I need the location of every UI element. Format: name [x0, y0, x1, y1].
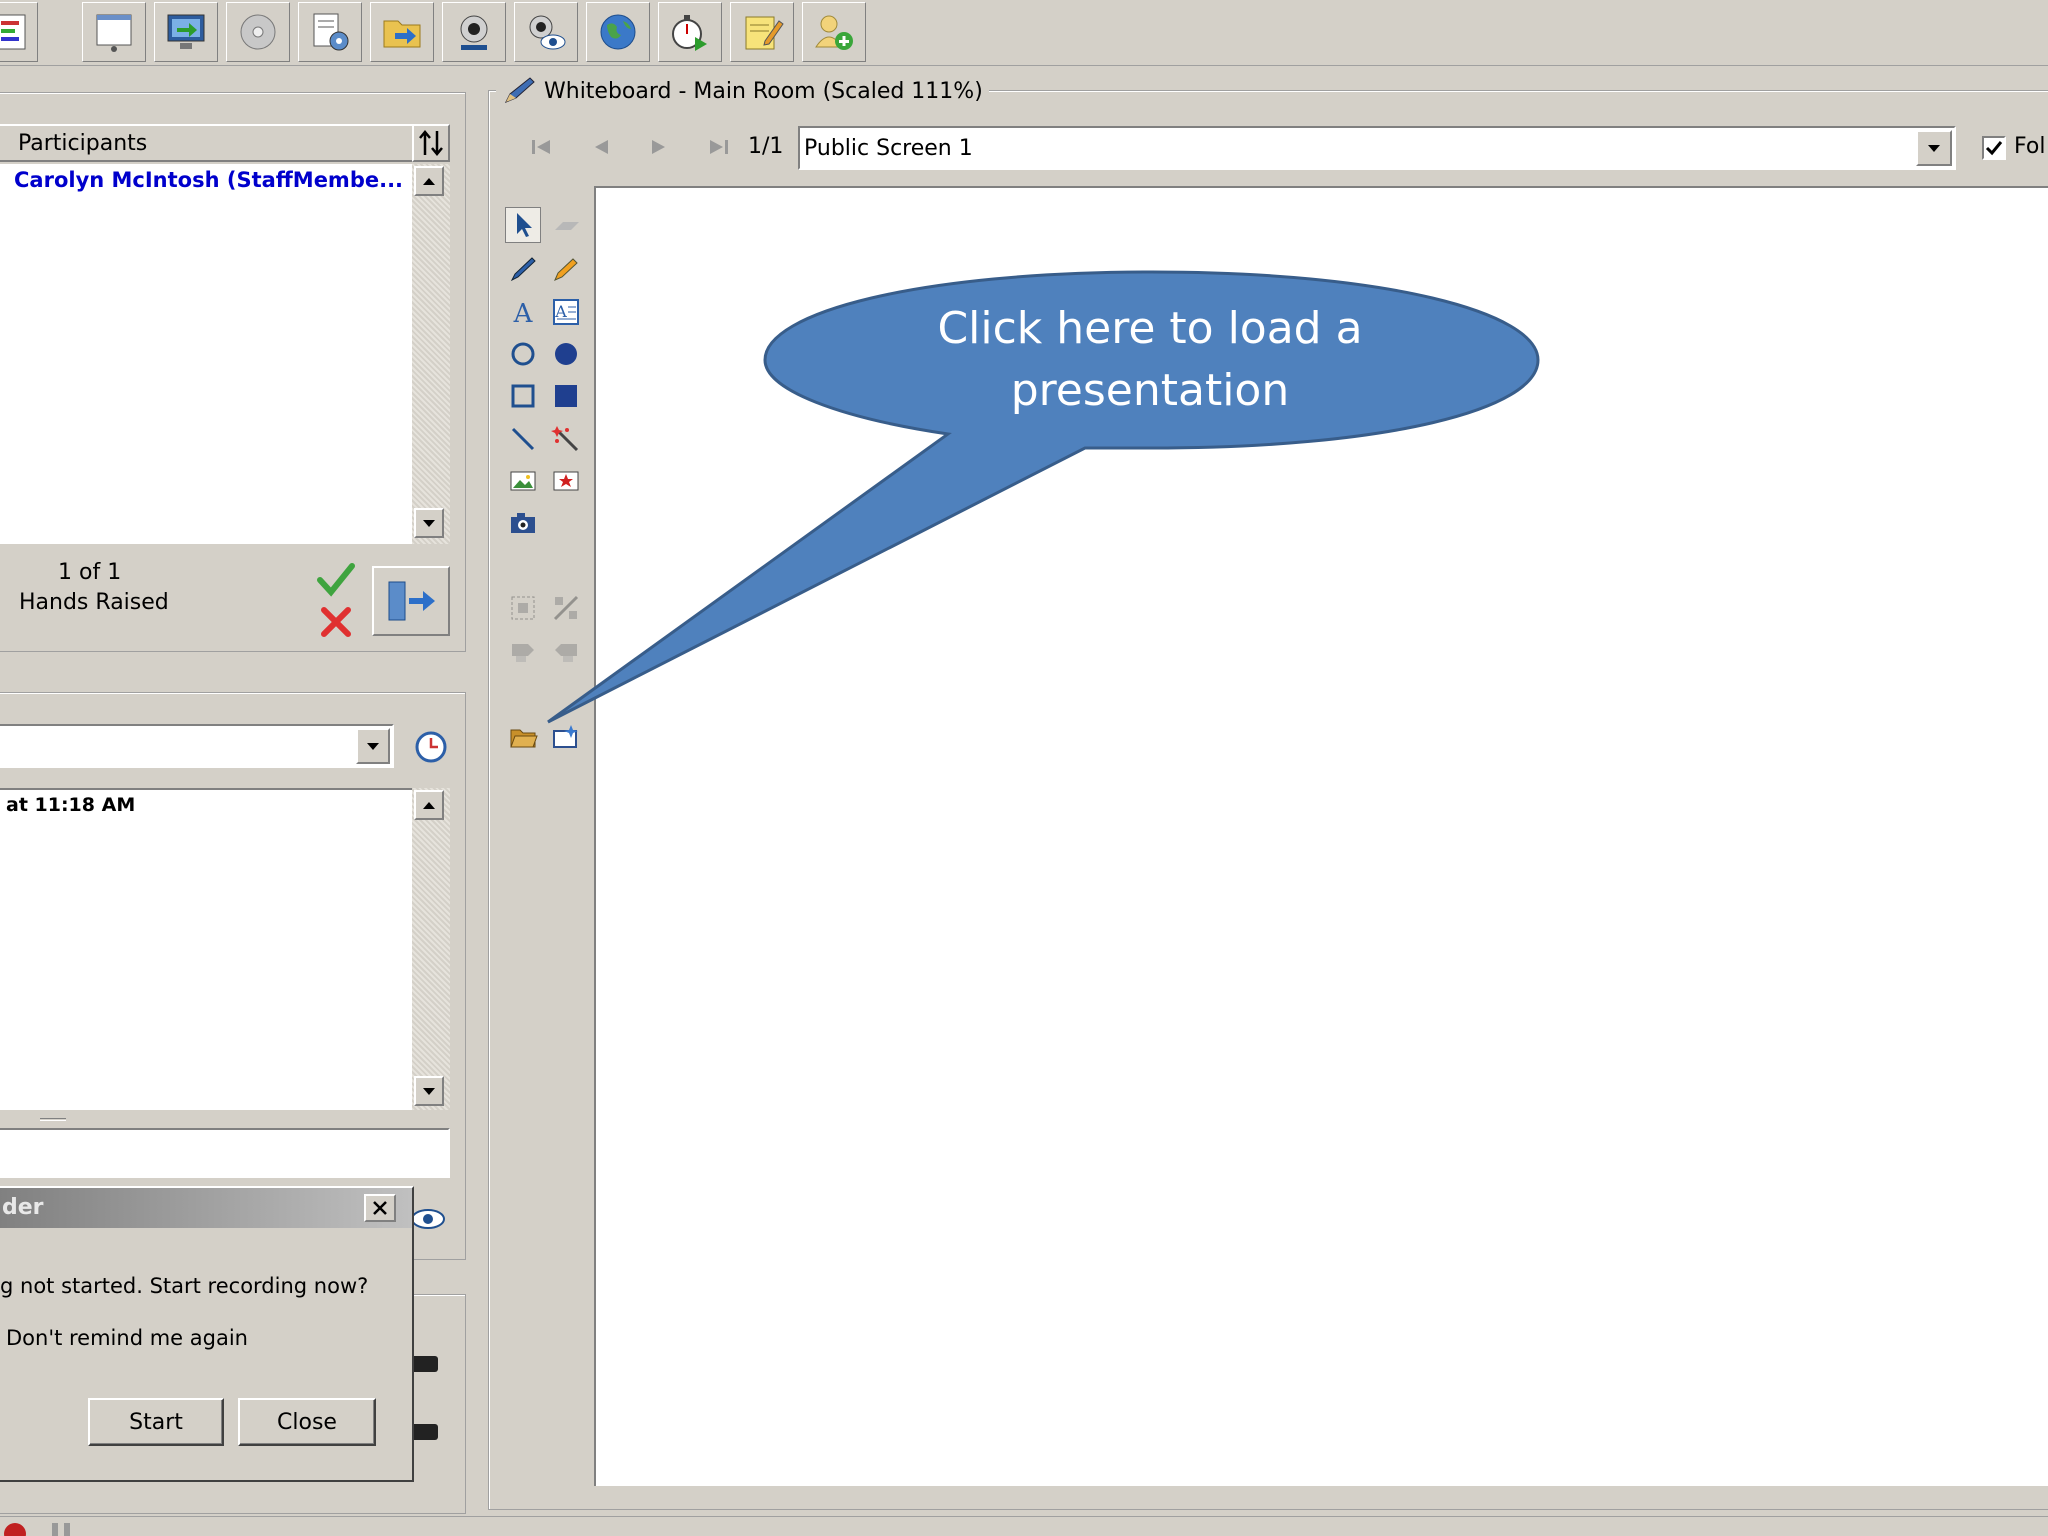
status-bar	[0, 1516, 2048, 1536]
callout-bubble	[547, 270, 1540, 724]
pause-icon[interactable]	[52, 1523, 58, 1536]
record-icon[interactable]	[4, 1523, 26, 1536]
callout-text: Click here to load a presentation	[937, 303, 1363, 416]
